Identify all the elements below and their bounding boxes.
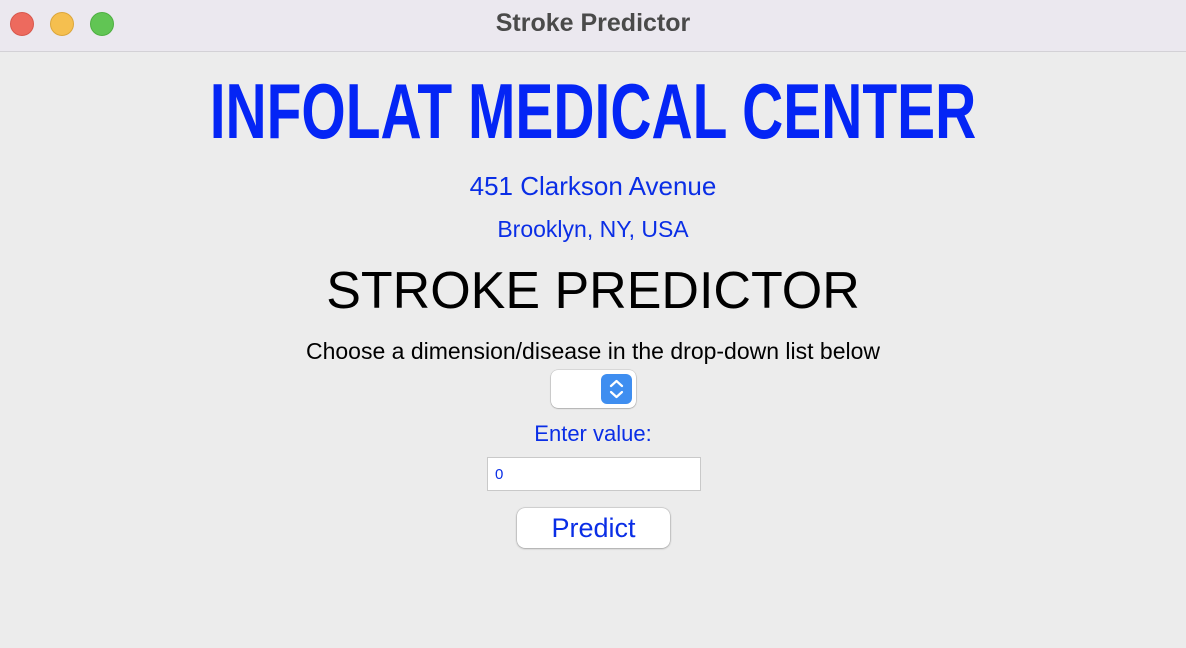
predict-button[interactable]: Predict	[517, 508, 670, 548]
address-line-1: 451 Clarkson Avenue	[469, 171, 717, 201]
dimension-dropdown[interactable]	[551, 370, 636, 408]
hospital-name: INFOLAT MEDICAL CENTER	[209, 67, 977, 155]
window-title: Stroke Predictor	[495, 9, 691, 37]
value-input[interactable]	[487, 457, 701, 491]
chevron-up-down-icon	[601, 374, 632, 404]
enter-value-label: Enter value:	[534, 421, 652, 446]
main-content: INFOLAT MEDICAL CENTER 451 Clarkson Aven…	[0, 53, 1186, 648]
page-title: STROKE PREDICTOR	[326, 262, 860, 320]
address-line-2: Brooklyn, NY, USA	[497, 216, 689, 242]
title-bar: Stroke Predictor	[0, 0, 1186, 52]
instruction-text: Choose a dimension/disease in the drop-d…	[305, 338, 881, 364]
